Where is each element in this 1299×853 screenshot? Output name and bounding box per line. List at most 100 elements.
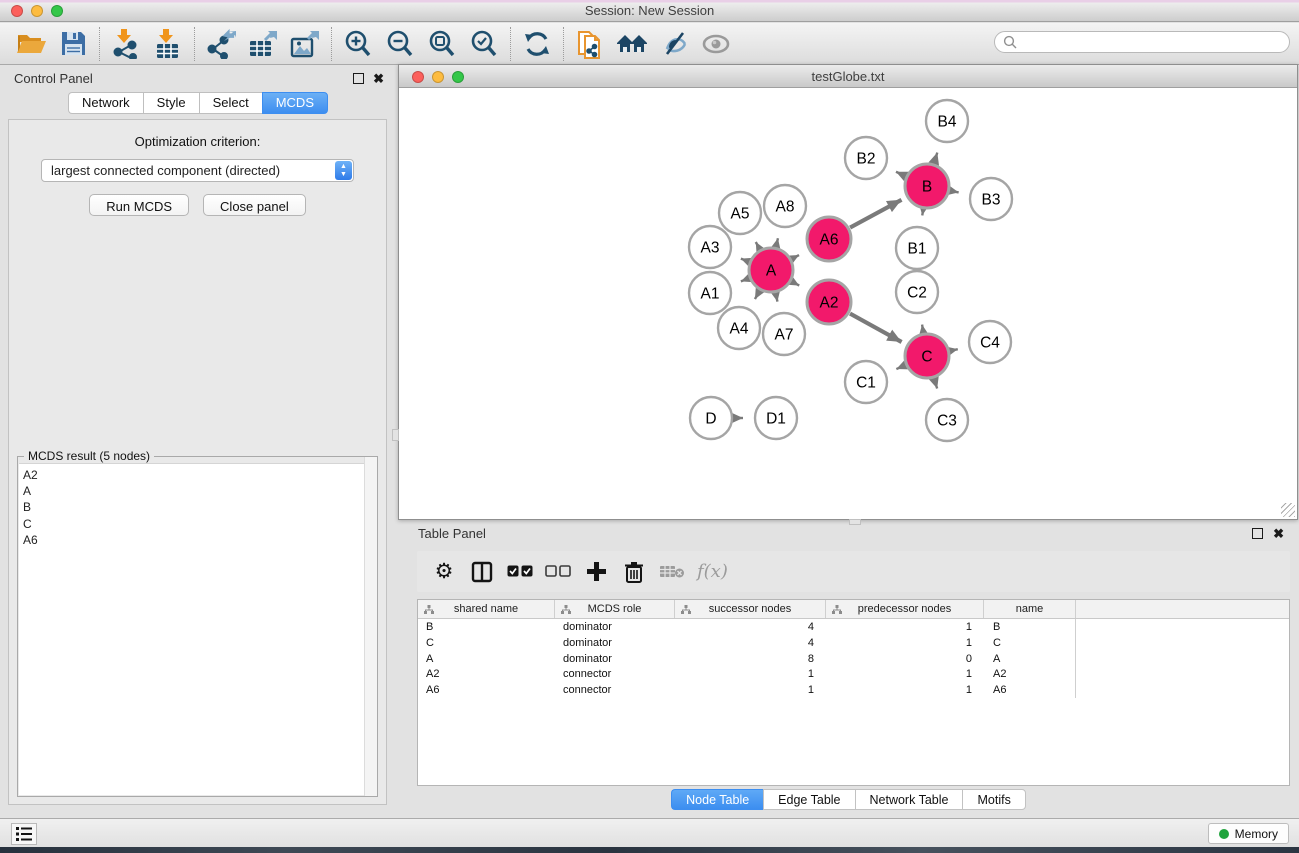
close-table-panel-icon[interactable]: ✖ bbox=[1273, 526, 1284, 542]
houses-button[interactable] bbox=[611, 25, 653, 63]
table-cell[interactable]: connector bbox=[555, 666, 675, 682]
edge-A-A8[interactable] bbox=[776, 238, 778, 246]
mcds-result-item[interactable]: A6 bbox=[23, 532, 376, 548]
table-cell[interactable]: B bbox=[984, 619, 1076, 635]
table-cell[interactable]: 8 bbox=[675, 651, 826, 667]
table-cell[interactable]: A6 bbox=[984, 682, 1076, 698]
tab-style[interactable]: Style bbox=[143, 92, 199, 114]
table-row[interactable]: A2connector11A2 bbox=[418, 666, 1289, 682]
mcds-result-scrollbar[interactable] bbox=[364, 457, 377, 796]
search-input[interactable] bbox=[994, 31, 1290, 53]
table-cell[interactable]: dominator bbox=[555, 619, 675, 635]
edge-A-A3[interactable] bbox=[741, 259, 749, 262]
close-panel-icon[interactable]: ✖ bbox=[373, 71, 384, 87]
close-panel-button[interactable]: Close panel bbox=[203, 194, 306, 216]
column-header-predecessor-nodes[interactable]: predecessor nodes bbox=[826, 600, 984, 618]
table-cell[interactable]: 4 bbox=[675, 619, 826, 635]
float-panel-icon[interactable] bbox=[353, 73, 364, 84]
edge-C-C4[interactable] bbox=[950, 349, 957, 351]
edge-C-C1[interactable] bbox=[896, 365, 905, 369]
run-mcds-button[interactable]: Run MCDS bbox=[89, 194, 189, 216]
select-all-columns-button[interactable] bbox=[501, 554, 539, 590]
float-table-panel-icon[interactable] bbox=[1252, 528, 1263, 539]
column-header-name[interactable]: name bbox=[984, 600, 1076, 618]
mcds-result-item[interactable]: A2 bbox=[23, 467, 376, 483]
delete-column-button[interactable] bbox=[615, 554, 653, 590]
column-header-successor-nodes[interactable]: successor nodes bbox=[675, 600, 826, 618]
table-cell[interactable]: C bbox=[984, 635, 1076, 651]
mcds-result-item[interactable]: C bbox=[23, 516, 376, 532]
mcds-result-item[interactable]: B bbox=[23, 499, 376, 515]
edge-A6-B[interactable] bbox=[850, 200, 901, 228]
table-cell[interactable]: 1 bbox=[675, 682, 826, 698]
import-network-button[interactable] bbox=[105, 25, 147, 63]
table-row[interactable]: Adominator80A bbox=[418, 651, 1289, 667]
table-cell[interactable]: 4 bbox=[675, 635, 826, 651]
criterion-select[interactable]: largest connected component (directed) ▲… bbox=[41, 159, 354, 182]
table-cell[interactable]: A2 bbox=[418, 666, 555, 682]
resize-grip-icon[interactable] bbox=[1281, 503, 1295, 517]
splitpane-grip[interactable] bbox=[392, 429, 399, 441]
show-columns-button[interactable] bbox=[463, 554, 501, 590]
table-cell[interactable]: A bbox=[984, 651, 1076, 667]
mcds-result-list[interactable]: A2ABCA6 bbox=[19, 463, 376, 795]
table-cell[interactable]: connector bbox=[555, 682, 675, 698]
mcds-result-item[interactable]: A bbox=[23, 483, 376, 499]
edge-A-A5[interactable] bbox=[756, 242, 760, 249]
clone-network-button[interactable] bbox=[569, 25, 611, 63]
edge-A2-C[interactable] bbox=[850, 314, 902, 342]
edge-B-B3[interactable] bbox=[951, 191, 959, 193]
column-header-shared-name[interactable]: shared name bbox=[418, 600, 555, 618]
table-cell[interactable]: A6 bbox=[418, 682, 555, 698]
table-row[interactable]: Bdominator41B bbox=[418, 619, 1289, 635]
function-builder-button[interactable]: f(x) bbox=[697, 561, 728, 582]
zoom-in-button[interactable] bbox=[337, 25, 379, 63]
import-table-button[interactable] bbox=[147, 25, 189, 63]
table-cell[interactable]: 1 bbox=[826, 682, 984, 698]
export-table-button[interactable] bbox=[242, 25, 284, 63]
tab-node-table[interactable]: Node Table bbox=[671, 789, 763, 810]
tab-motifs[interactable]: Motifs bbox=[962, 789, 1025, 810]
save-session-button[interactable] bbox=[52, 25, 94, 63]
export-image-button[interactable] bbox=[284, 25, 326, 63]
deselect-all-columns-button[interactable] bbox=[539, 554, 577, 590]
table-cell[interactable]: B bbox=[418, 619, 555, 635]
zoom-fit-button[interactable] bbox=[421, 25, 463, 63]
edge-B-B1[interactable] bbox=[922, 210, 923, 216]
table-cell[interactable]: C bbox=[418, 635, 555, 651]
tab-select[interactable]: Select bbox=[199, 92, 262, 114]
open-file-button[interactable] bbox=[10, 25, 52, 63]
edge-B-B2[interactable] bbox=[896, 172, 905, 176]
export-network-button[interactable] bbox=[200, 25, 242, 63]
hide-graphics-details-button[interactable] bbox=[653, 25, 695, 63]
tab-edge-table[interactable]: Edge Table bbox=[763, 789, 854, 810]
edge-A-A7[interactable] bbox=[776, 294, 778, 302]
table-cell[interactable]: 1 bbox=[826, 619, 984, 635]
task-history-button[interactable] bbox=[11, 823, 37, 845]
tab-mcds[interactable]: MCDS bbox=[262, 92, 328, 114]
table-cell[interactable]: A bbox=[418, 651, 555, 667]
table-settings-button[interactable]: ⚙ bbox=[425, 554, 463, 590]
update-network-button[interactable] bbox=[516, 25, 558, 63]
tab-network-table[interactable]: Network Table bbox=[855, 789, 963, 810]
table-cell[interactable]: 0 bbox=[826, 651, 984, 667]
show-graphics-details-button[interactable] bbox=[695, 25, 737, 63]
table-cell[interactable]: 1 bbox=[675, 666, 826, 682]
table-cell[interactable]: dominator bbox=[555, 635, 675, 651]
table-cell[interactable]: A2 bbox=[984, 666, 1076, 682]
tab-network[interactable]: Network bbox=[68, 92, 143, 114]
column-header-mcds-role[interactable]: MCDS role bbox=[555, 600, 675, 618]
table-cell[interactable]: 1 bbox=[826, 666, 984, 682]
table-row[interactable]: A6connector11A6 bbox=[418, 682, 1289, 698]
memory-button[interactable]: Memory bbox=[1208, 823, 1289, 844]
network-canvas[interactable]: B4B2BB3A8A5A6A3B1AA1C2A2A4A7C4CC1C3DD1 bbox=[399, 89, 1297, 519]
edge-C-C2[interactable] bbox=[922, 325, 923, 333]
table-row[interactable]: Cdominator41C bbox=[418, 635, 1289, 651]
zoom-out-button[interactable] bbox=[379, 25, 421, 63]
table-cell[interactable]: 1 bbox=[826, 635, 984, 651]
edge-B-B4[interactable] bbox=[934, 153, 937, 164]
zoom-selected-button[interactable] bbox=[463, 25, 505, 63]
create-column-button[interactable] bbox=[577, 554, 615, 590]
edge-C-C3[interactable] bbox=[934, 379, 937, 389]
delete-table-button[interactable] bbox=[653, 554, 691, 590]
